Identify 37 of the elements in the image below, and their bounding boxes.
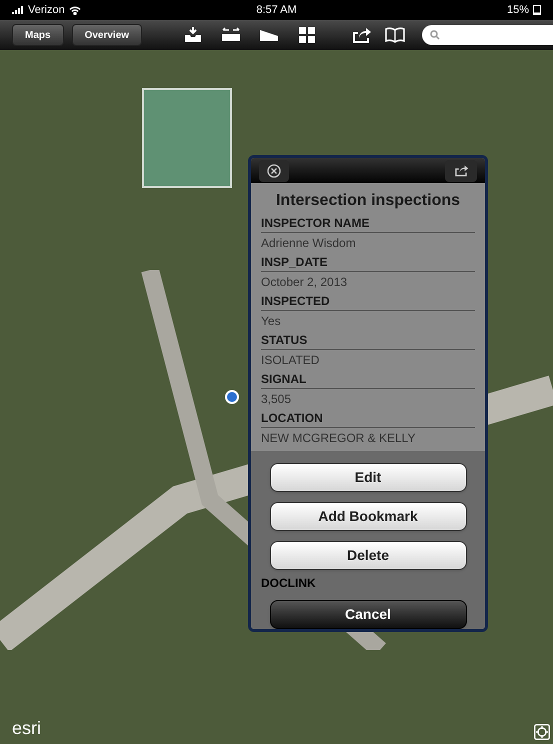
close-button[interactable] xyxy=(259,160,289,182)
field-value: ISOLATED xyxy=(261,352,320,369)
ruler-icon[interactable] xyxy=(220,26,242,44)
share-button[interactable] xyxy=(445,160,477,182)
share-icon xyxy=(453,164,469,177)
wifi-icon xyxy=(68,6,81,14)
share-icon[interactable] xyxy=(350,26,372,44)
field-label: SIGNAL xyxy=(261,371,475,389)
close-icon xyxy=(267,164,281,178)
field-label: INSPECTOR NAME xyxy=(261,215,475,233)
carrier-text: Verizon xyxy=(28,2,65,18)
toolbar-button[interactable]: Maps xyxy=(12,24,64,46)
battery-icon xyxy=(533,5,541,15)
field-label: DOCLINK xyxy=(261,576,316,590)
field-label: LOCATION xyxy=(261,410,475,428)
search-icon xyxy=(430,30,440,40)
field-value: October 2, 2013 xyxy=(261,274,348,291)
locate-icon[interactable] xyxy=(534,724,550,740)
action-button[interactable]: Delete xyxy=(270,541,466,570)
book-icon[interactable] xyxy=(384,26,406,44)
clock-text: 8:57 AM xyxy=(256,2,297,18)
battery-text: 15% xyxy=(506,2,529,18)
field-label: STATUS xyxy=(261,332,475,350)
esri-logo: esri xyxy=(12,717,42,740)
popup-title: Intersection inspections xyxy=(274,191,462,211)
field-label: INSP_DATE xyxy=(261,254,475,272)
action-button[interactable]: Edit xyxy=(270,463,466,492)
field-value: Yes xyxy=(261,313,282,330)
action-button[interactable]: Cancel xyxy=(270,600,466,629)
signal-icon xyxy=(12,6,24,14)
toolbar-button[interactable]: Overview xyxy=(72,24,142,46)
search-field[interactable] xyxy=(422,25,553,45)
field-value: Adrienne Wisdom xyxy=(261,235,357,252)
field-label: INSPECTED xyxy=(261,293,475,311)
field-value: 3,505 xyxy=(261,391,292,408)
field-value: NEW MCGREGOR & KELLY xyxy=(261,430,416,447)
action-button[interactable]: Add Bookmark xyxy=(270,502,466,531)
